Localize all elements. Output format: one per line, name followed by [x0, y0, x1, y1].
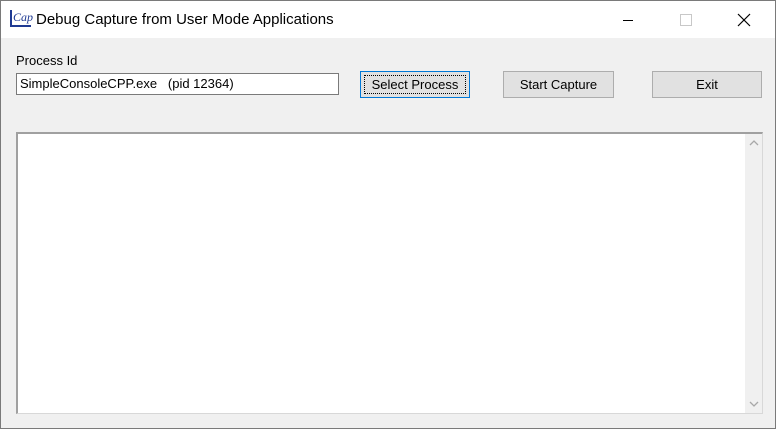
app-window: Cap Debug Capture from User Mode Applica… — [0, 0, 776, 429]
window-title: Debug Capture from User Mode Application… — [36, 11, 334, 28]
exit-label: Exit — [696, 77, 718, 92]
process-id-field[interactable]: SimpleConsoleCPP.exe (pid 12364) — [16, 73, 339, 95]
scroll-down-button[interactable] — [745, 396, 762, 413]
app-cap-icon: Cap — [10, 10, 33, 28]
close-button[interactable] — [715, 1, 773, 38]
select-process-button[interactable]: Select Process — [360, 71, 470, 98]
vertical-scrollbar[interactable] — [745, 134, 762, 413]
close-icon — [737, 13, 751, 26]
scroll-up-button[interactable] — [745, 134, 762, 151]
start-capture-button[interactable]: Start Capture — [503, 71, 614, 98]
minimize-icon — [623, 19, 633, 21]
title-bar[interactable]: Cap Debug Capture from User Mode Applica… — [1, 1, 775, 38]
capture-output-area[interactable] — [16, 132, 763, 414]
chevron-down-icon — [749, 401, 758, 407]
maximize-button[interactable] — [657, 1, 715, 38]
maximize-icon — [680, 13, 692, 26]
chevron-up-icon — [749, 140, 758, 146]
start-capture-label: Start Capture — [519, 77, 598, 92]
focus-rectangle — [364, 75, 466, 94]
minimize-button[interactable] — [599, 1, 657, 38]
process-id-label: Process Id — [16, 53, 78, 68]
exit-button[interactable]: Exit — [652, 71, 762, 98]
